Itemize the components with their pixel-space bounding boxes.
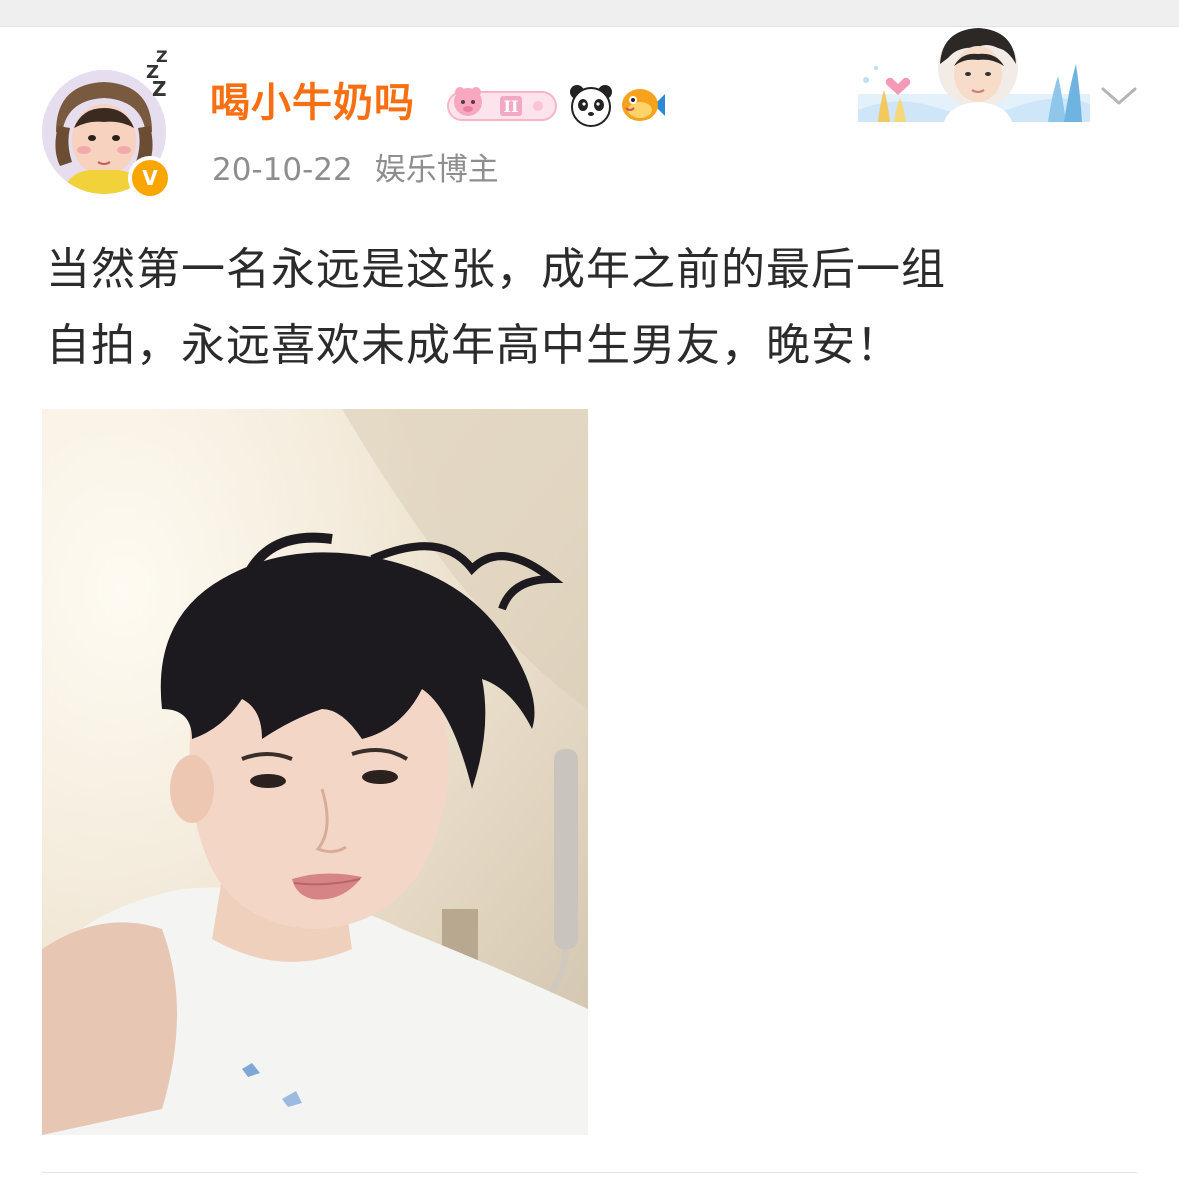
sleep-zzz-icon: Z Z Z [146, 47, 168, 96]
post-text-line: 当然第一名永远是这张，成年之前的最后一组 [46, 244, 946, 295]
chevron-down-icon[interactable] [1100, 84, 1138, 108]
svg-text:II: II [504, 97, 519, 116]
svg-text:Z: Z [152, 77, 167, 96]
username[interactable]: 喝小牛奶吗 [210, 78, 415, 128]
fish-icon[interactable] [620, 84, 666, 126]
post-time: 20-10-22 [212, 152, 353, 188]
post-text: 当然第一名永远是这张，成年之前的最后一组 自拍，永远喜欢未成年高中生男友，晚安！ [46, 232, 1146, 384]
post-meta: 20-10-22 娱乐博主 [212, 150, 499, 190]
author-tag: 娱乐博主 [374, 152, 499, 188]
post-text-line: 自拍，永远喜欢未成年高中生男友，晚安！ [46, 320, 901, 371]
verified-badge-icon: V [128, 156, 172, 200]
post-divider [42, 1172, 1137, 1173]
card-decoration-icon [858, 28, 1090, 122]
panda-icon[interactable] [568, 82, 614, 128]
post-image[interactable] [42, 409, 588, 1135]
top-bar [0, 0, 1179, 27]
level-badge-icon[interactable]: II [446, 84, 558, 126]
